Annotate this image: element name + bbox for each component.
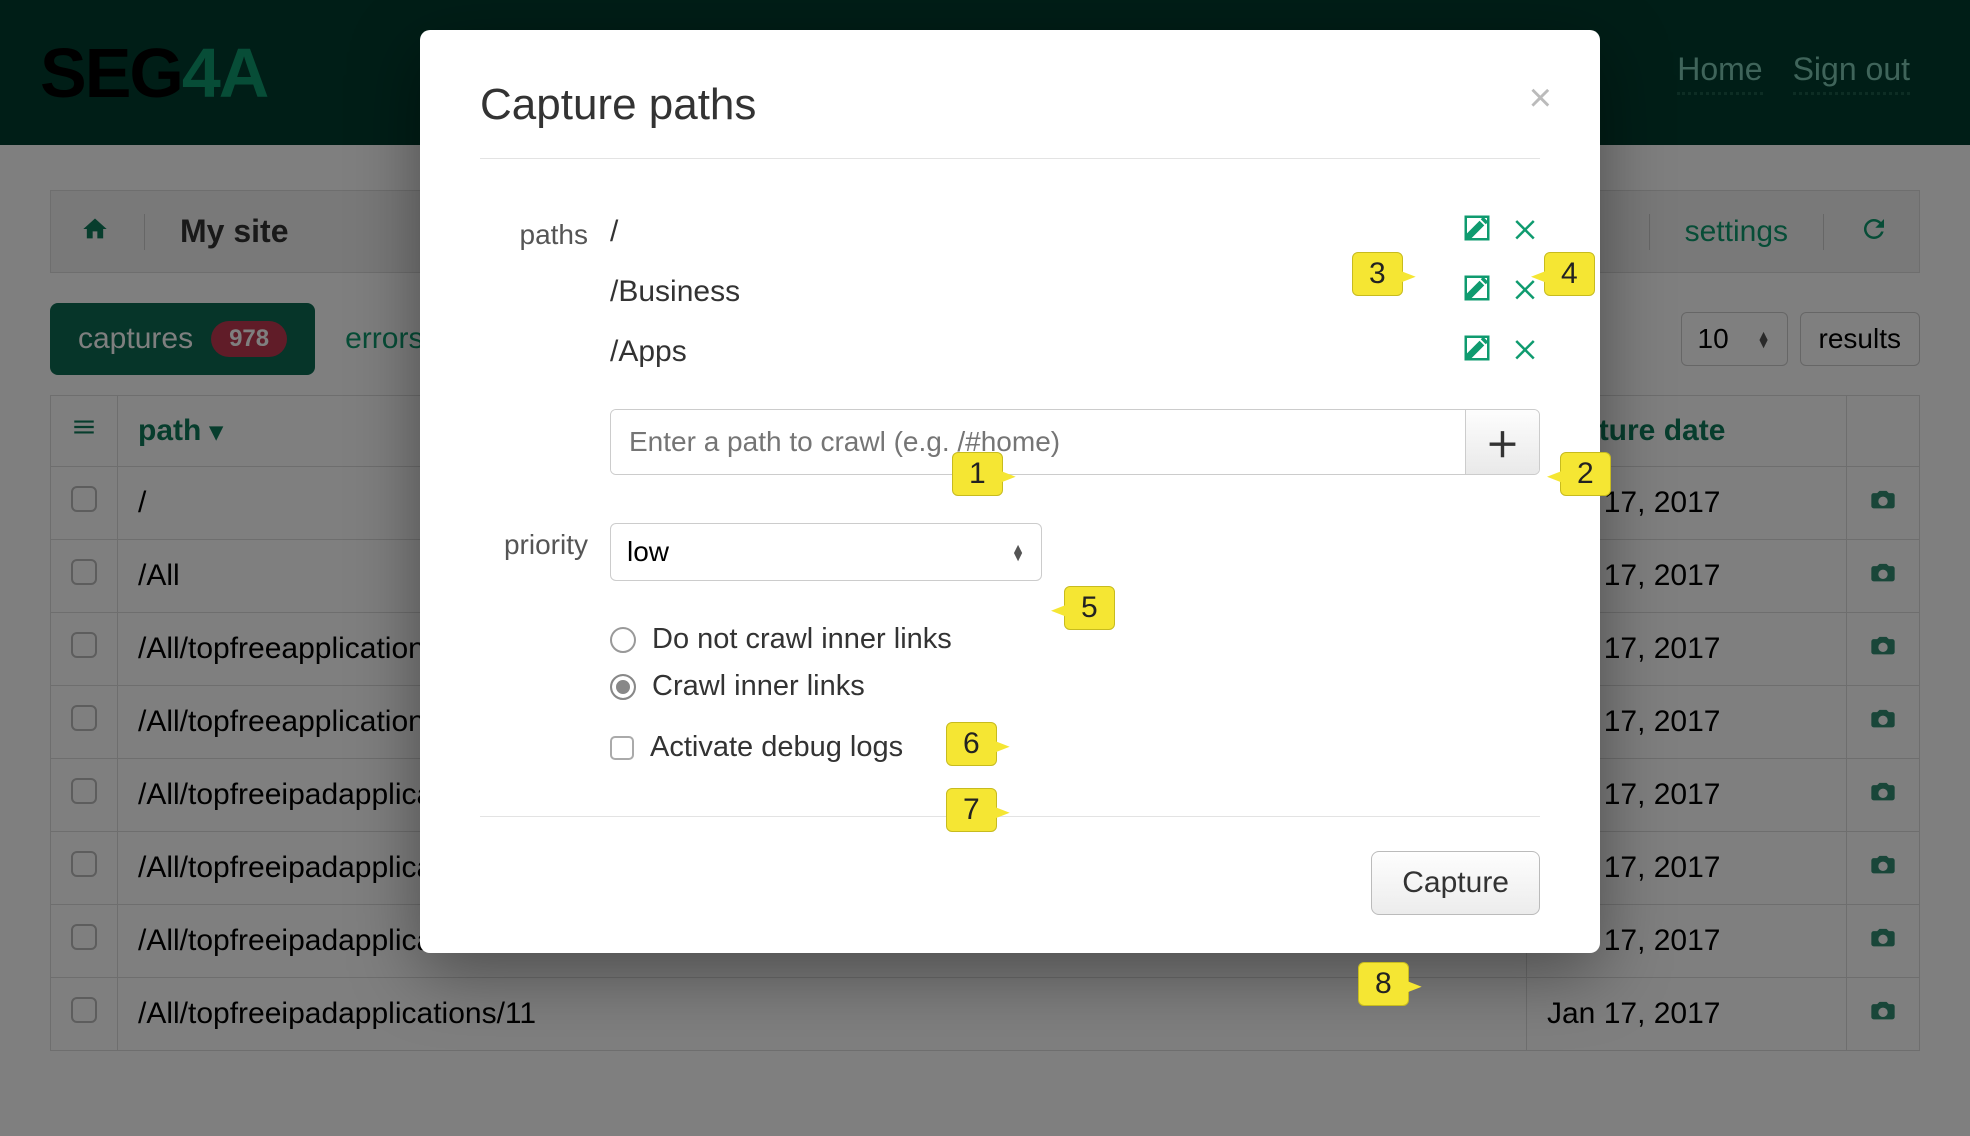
callout-2: 2 [1560, 452, 1611, 496]
callout-5: 5 [1064, 586, 1115, 630]
add-path-button[interactable]: ＋ [1465, 410, 1539, 474]
debug-checkbox[interactable]: Activate debug logs [610, 731, 1540, 764]
checkbox-icon [610, 736, 634, 760]
callout-1: 1 [952, 452, 1003, 496]
radio-icon [610, 627, 636, 653]
callout-3: 3 [1352, 252, 1403, 296]
delete-icon[interactable] [1510, 333, 1540, 371]
priority-select[interactable]: low ▲▼ [610, 523, 1042, 581]
priority-value: low [627, 536, 669, 568]
radio-no-crawl-label: Do not crawl inner links [652, 623, 952, 656]
delete-icon[interactable] [1510, 213, 1540, 251]
edit-icon[interactable] [1462, 213, 1492, 251]
path-text: /Business [610, 275, 740, 309]
path-input[interactable] [611, 410, 1465, 474]
delete-icon[interactable] [1510, 273, 1540, 311]
close-icon[interactable]: × [1529, 78, 1552, 118]
path-entry: /Apps [610, 333, 1540, 371]
callout-8: 8 [1358, 962, 1409, 1006]
modal-title: Capture paths [480, 80, 1540, 159]
callout-6: 6 [946, 722, 997, 766]
modal-footer: Capture [480, 816, 1540, 915]
path-text: /Apps [610, 335, 687, 369]
radio-crawl[interactable]: Crawl inner links [610, 670, 1540, 703]
path-text: / [610, 215, 618, 249]
capture-button[interactable]: Capture [1371, 851, 1540, 915]
path-input-group: ＋ [610, 409, 1540, 475]
radio-icon [610, 674, 636, 700]
debug-label: Activate debug logs [650, 731, 903, 764]
priority-label: priority [480, 523, 610, 561]
path-entry: / [610, 213, 1540, 251]
capture-paths-modal: × Capture paths paths //Business/Apps ＋ … [420, 30, 1600, 953]
paths-list: / /Business/Apps [610, 213, 1540, 393]
edit-icon[interactable] [1462, 273, 1492, 311]
select-arrows-icon: ▲▼ [1011, 544, 1025, 560]
paths-label: paths [480, 213, 610, 251]
callout-7: 7 [946, 788, 997, 832]
callout-4: 4 [1544, 252, 1595, 296]
radio-crawl-label: Crawl inner links [652, 670, 865, 703]
edit-icon[interactable] [1462, 333, 1492, 371]
